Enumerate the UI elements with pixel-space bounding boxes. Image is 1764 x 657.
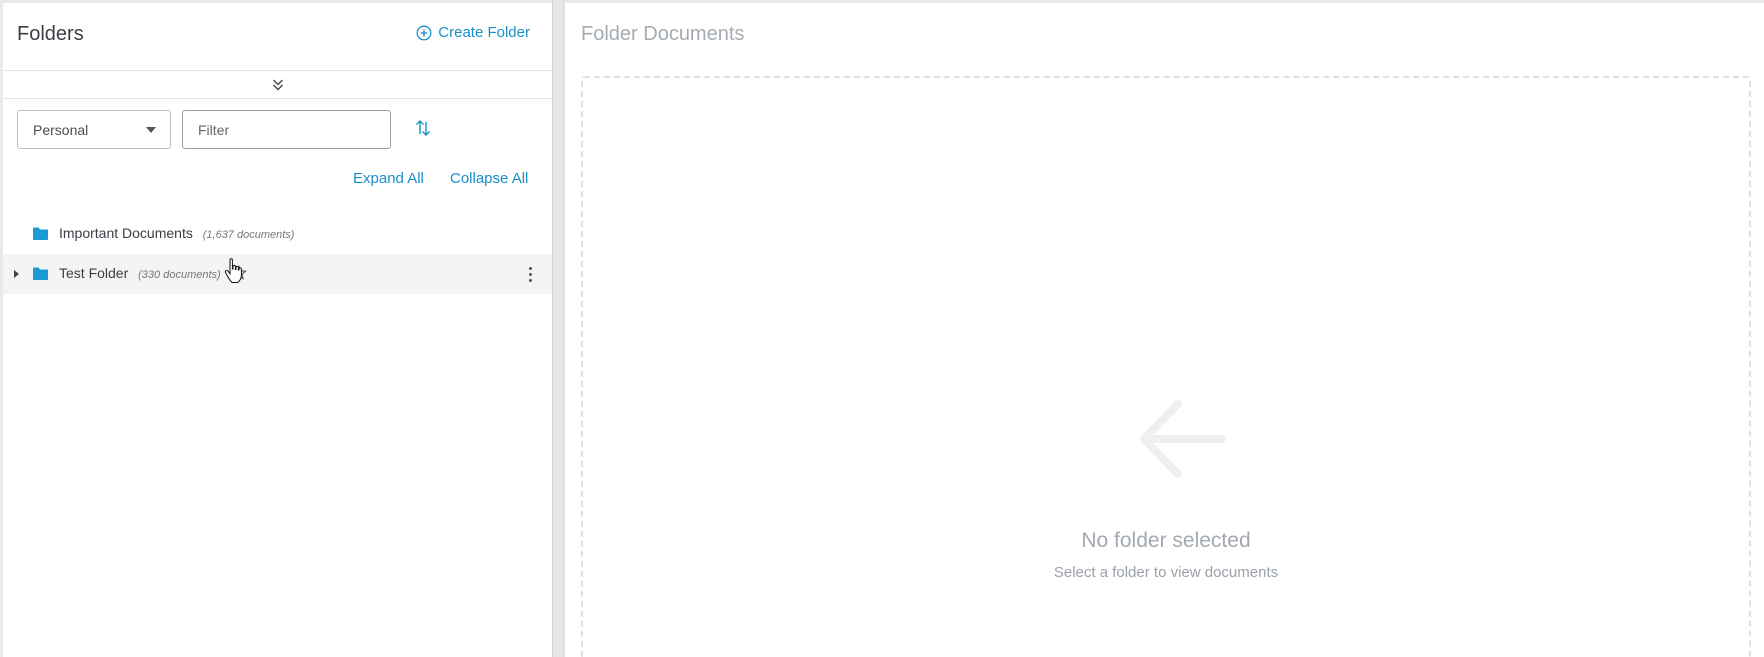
empty-state-subtitle: Select a folder to view documents — [1053, 564, 1279, 581]
scope-select[interactable]: Personal — [17, 110, 171, 149]
expand-all-link[interactable]: Expand All — [353, 170, 424, 187]
collapse-all-link[interactable]: Collapse All — [450, 170, 528, 187]
documents-empty-state: No folder selected Select a folder to vi… — [581, 76, 1751, 657]
folder-name: Test Folder — [59, 265, 129, 281]
folders-panel: Folders Create Folder Personal Filter Ex… — [3, 3, 552, 657]
double-chevron-down-icon — [272, 79, 283, 90]
folder-name: Important Documents — [59, 225, 193, 241]
folder-document-count: (330 documents) — [138, 269, 221, 281]
folder-icon — [33, 227, 48, 240]
create-folder-label: Create Folder — [438, 24, 530, 41]
star-outline-icon[interactable] — [231, 265, 247, 281]
folder-label: Important Documents (1,637 documents) — [59, 225, 294, 241]
folder-document-count: (1,637 documents) — [202, 229, 295, 241]
expand-arrow-icon[interactable] — [14, 270, 19, 278]
app-root: Folders Create Folder Personal Filter Ex… — [0, 0, 1764, 657]
caret-down-icon — [146, 127, 156, 133]
plus-circle-icon — [416, 25, 432, 40]
folders-title: Folders — [17, 23, 84, 45]
empty-state-title: No folder selected — [1081, 529, 1251, 552]
tree-actions: Expand All Collapse All — [3, 159, 552, 201]
folder-icon — [33, 267, 48, 280]
scope-select-value: Personal — [33, 121, 89, 138]
sort-arrows-icon — [416, 120, 430, 136]
folder-row[interactable]: Test Folder (330 documents) — [3, 254, 552, 294]
filters-collapse-toggle[interactable] — [3, 71, 552, 99]
create-folder-button[interactable]: Create Folder — [416, 24, 530, 41]
folder-row[interactable]: Important Documents (1,637 documents) — [3, 214, 552, 254]
folder-documents-title: Folder Documents — [581, 23, 745, 45]
filter-input[interactable] — [182, 110, 391, 149]
folders-header: Folders Create Folder — [3, 3, 552, 71]
folder-label: Test Folder (330 documents) — [59, 265, 221, 281]
panel-splitter[interactable] — [552, 0, 564, 657]
arrow-left-icon — [1140, 400, 1226, 478]
folder-tree: Important Documents (1,637 documents) Te… — [3, 214, 552, 294]
folder-documents-panel: Folder Documents No folder selected Sele… — [565, 3, 1764, 657]
kebab-menu-icon[interactable] — [525, 265, 536, 284]
folder-controls: Personal — [3, 99, 552, 159]
sort-button[interactable] — [415, 118, 431, 143]
